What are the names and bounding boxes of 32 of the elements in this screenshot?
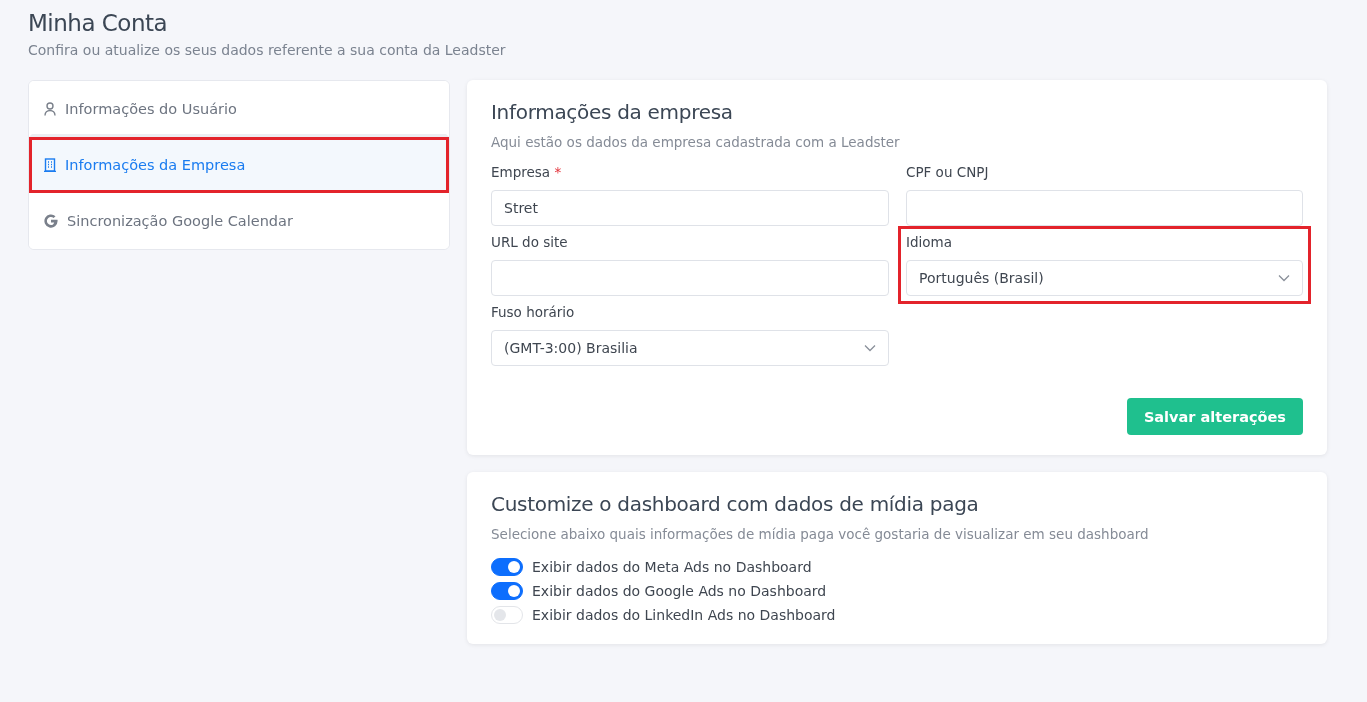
toggle-label: Exibir dados do LinkedIn Ads no Dashboard	[532, 607, 836, 623]
select-field[interactable]: Português (Brasil)	[906, 260, 1303, 296]
letter-g-icon	[44, 214, 58, 228]
building-icon	[44, 158, 56, 172]
page-title: Minha Conta	[28, 10, 169, 36]
card-title: Informações da empresa	[491, 100, 734, 124]
card-title: Customize o dashboard com dados de mídia paga	[491, 492, 980, 516]
card-subtitle: Aqui estão os dados da empresa cadastrada com a Leadster	[491, 134, 901, 150]
sidebar-item[interactable]: Informações do Usuário	[29, 81, 449, 137]
field-label: CPF ou CNPJ	[906, 164, 990, 180]
card-subtitle: Selecione abaixo quais informações de mídia paga você gostaria de visualizar em seu dashboard	[491, 526, 1150, 542]
field-label: Idioma	[906, 234, 953, 250]
input-field[interactable]: Stret	[491, 190, 889, 226]
field-label: URL do site	[491, 234, 569, 250]
sidebar-item[interactable]: Informações da Empresa	[29, 137, 449, 193]
toggle-label: Exibir dados do Google Ads no Dashboard	[532, 583, 827, 599]
chevron-down-icon	[1278, 274, 1290, 282]
required-mark: *	[554, 164, 562, 180]
toggle-switch[interactable]	[491, 582, 523, 600]
toggle-switch[interactable]	[491, 558, 523, 576]
sidebar-item-label: Informações da Empresa	[65, 157, 246, 173]
field-label: Fuso horário	[491, 304, 576, 320]
toggle-label: Exibir dados do Meta Ads no Dashboard	[532, 559, 812, 575]
sidebar-item-label: Informações do Usuário	[65, 101, 237, 117]
chevron-down-icon	[864, 344, 876, 352]
input-field[interactable]	[906, 190, 1303, 226]
page-subtitle: Confira ou atualize os seus dados referente a sua conta da Leadster	[28, 42, 507, 58]
select-field[interactable]: (GMT-3:00) Brasilia	[491, 330, 889, 366]
sidebar-item-label: Sincronização Google Calendar	[67, 213, 293, 229]
user-icon	[44, 102, 56, 116]
field-label: Empresa *	[491, 164, 563, 180]
input-field[interactable]	[491, 260, 889, 296]
